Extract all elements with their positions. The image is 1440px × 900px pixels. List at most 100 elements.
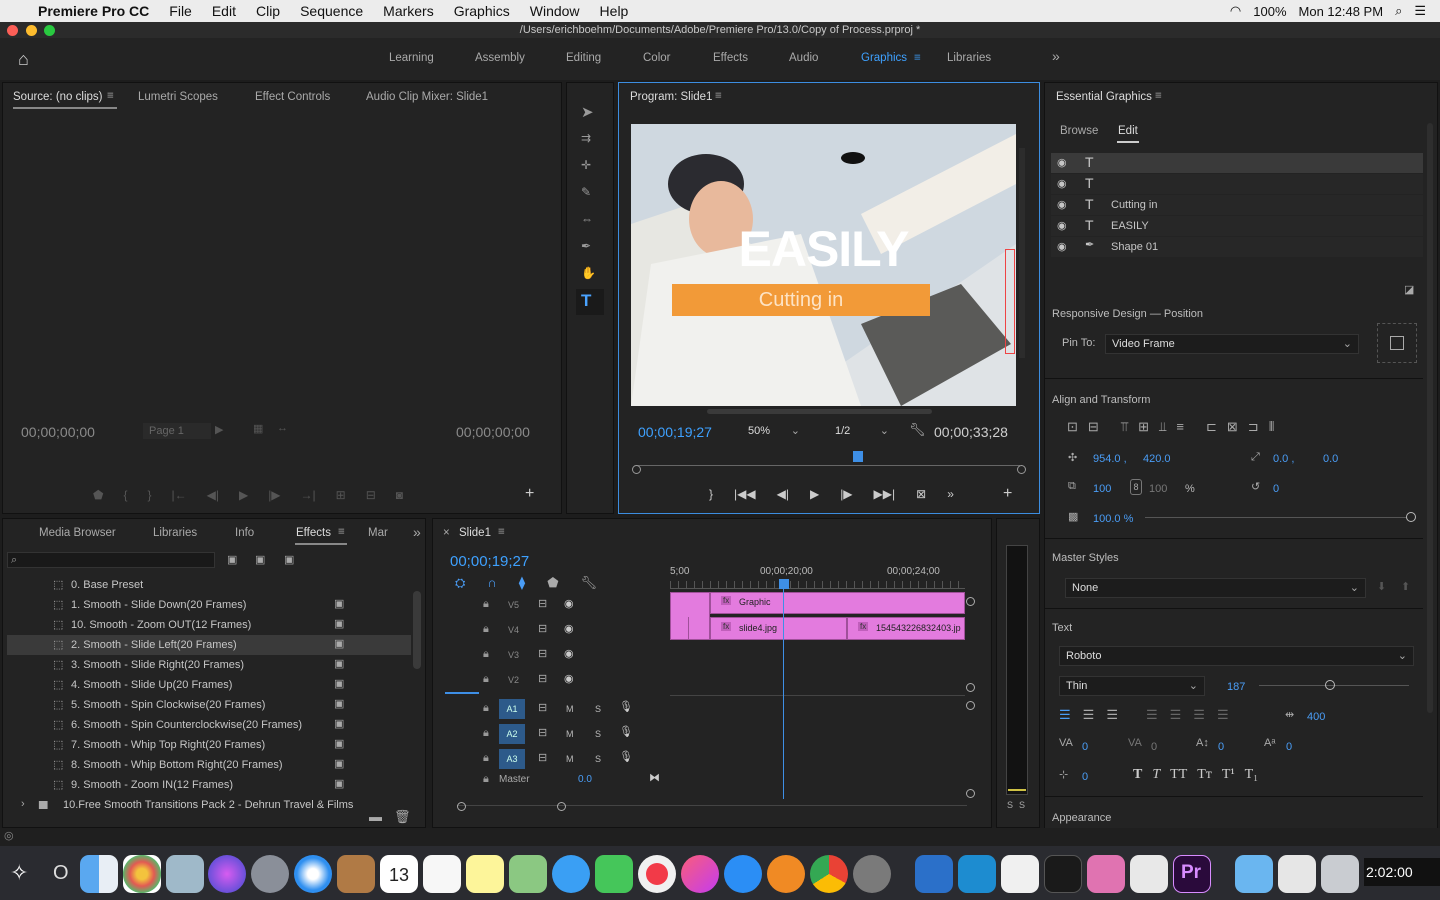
track-name-v3[interactable]: V3 bbox=[508, 650, 519, 660]
wifi-icon[interactable]: ◠ bbox=[1230, 3, 1241, 19]
opacity-slider[interactable] bbox=[1145, 517, 1407, 518]
tab-info[interactable]: Info bbox=[235, 527, 254, 539]
align-middle-icon[interactable]: ⊞ bbox=[1138, 419, 1149, 435]
kerning-value[interactable]: 0 bbox=[1082, 741, 1088, 753]
align-right-icon[interactable]: ⊐ bbox=[1248, 419, 1259, 435]
downloads-folder-icon[interactable] bbox=[1235, 855, 1273, 893]
battery-text[interactable]: 100% bbox=[1253, 4, 1286, 19]
eye-icon[interactable]: ◉ bbox=[1057, 240, 1067, 253]
lock-icon[interactable]: 🔒︎ bbox=[483, 623, 489, 636]
slide4-clip[interactable]: fx slide4.jpg bbox=[710, 617, 847, 640]
track-target-a1[interactable]: A1 bbox=[499, 699, 525, 719]
menu-edit[interactable]: Edit bbox=[202, 3, 246, 19]
source-page-select[interactable]: Page 1 bbox=[143, 423, 211, 439]
program-time-ruler[interactable] bbox=[636, 465, 1020, 466]
list-item[interactable]: ⬚ 3. Smooth - Slide Right(20 Frames) ▣ bbox=[7, 655, 411, 675]
list-item[interactable]: ⬚ 6. Smooth - Spin Counterclockwise(20 Fr… bbox=[7, 715, 411, 735]
voiceover-mic-icon[interactable]: 🎙︎ bbox=[619, 700, 633, 713]
toggle-output-icon[interactable]: ◉ bbox=[564, 622, 574, 635]
program-video-frame[interactable]: EASILY Cutting in bbox=[631, 124, 1016, 406]
align-vertical-center-icon[interactable]: ⊡ bbox=[1067, 419, 1078, 435]
track-select-icon[interactable]: ⇉ bbox=[581, 131, 591, 145]
sync-lock-icon[interactable]: ⊟ bbox=[538, 597, 547, 610]
list-item[interactable]: › ▆ 10.Free Smooth Transitions Pack 2 - De… bbox=[7, 795, 411, 809]
justify-all-icon[interactable]: ☰ bbox=[1217, 707, 1229, 723]
close-window-icon[interactable] bbox=[7, 25, 18, 36]
workspace-more-icon[interactable]: » bbox=[1052, 48, 1060, 64]
go-to-out-icon[interactable]: ▶▶| bbox=[874, 487, 896, 501]
eg-layer-row[interactable]: ◉ T EASILY bbox=[1051, 216, 1423, 236]
image-clip[interactable]: fx 154543226832403.jp bbox=[847, 617, 965, 640]
track-name-v2[interactable]: V2 bbox=[508, 675, 519, 685]
list-item[interactable]: ⬚ 8. Smooth - Whip Bottom Right(20 Frames… bbox=[7, 755, 411, 775]
more-controls-icon[interactable]: » bbox=[947, 487, 954, 501]
workspace-libraries[interactable]: Libraries bbox=[947, 52, 991, 64]
go-to-in-icon[interactable]: |◀◀ bbox=[734, 487, 756, 501]
snap-icon[interactable]: ∩ bbox=[487, 575, 496, 591]
new-bin-icon[interactable]: ▬ bbox=[369, 809, 382, 824]
voiceover-mic-icon[interactable]: 🎙︎ bbox=[619, 725, 633, 738]
menu-clip[interactable]: Clip bbox=[246, 3, 290, 19]
mark-out-icon[interactable]: } bbox=[147, 488, 151, 502]
pull-style-icon[interactable]: ⬆ bbox=[1401, 580, 1410, 593]
finder-icon[interactable] bbox=[80, 855, 118, 893]
lock-icon[interactable]: 🔒︎ bbox=[483, 773, 489, 786]
dock-clock-widget[interactable]: 2:02:00 bbox=[1364, 858, 1440, 886]
eg-menu-icon[interactable]: ≡ bbox=[1155, 90, 1162, 102]
calendar-icon[interactable]: 13 bbox=[380, 855, 418, 893]
list-item[interactable]: ⬚ 9. Smooth - Zoom IN(12 Frames) ▣ bbox=[7, 775, 411, 795]
step-back-icon[interactable]: ◀| bbox=[207, 488, 219, 502]
anchor-x-value[interactable]: 0.0 , bbox=[1273, 453, 1294, 465]
timeline-hscroll[interactable] bbox=[457, 805, 967, 806]
tab-audio-clip-mixer[interactable]: Audio Clip Mixer: Slide1 bbox=[366, 91, 488, 103]
activity-monitor-icon[interactable] bbox=[1044, 855, 1082, 893]
lock-icon[interactable]: 🔒︎ bbox=[483, 673, 489, 686]
list-item[interactable]: ⬚ 7. Smooth - Whip Top Right(20 Frames) ▣ bbox=[7, 735, 411, 755]
sync-lock-icon[interactable]: ⊟ bbox=[538, 647, 547, 660]
effects-menu-icon[interactable]: ≡ bbox=[338, 526, 345, 538]
overwrite-icon[interactable]: ⊟ bbox=[366, 488, 376, 502]
mute-button[interactable]: M bbox=[566, 704, 574, 714]
program-scrollbar[interactable] bbox=[1019, 148, 1025, 358]
ruler-start-handle[interactable] bbox=[632, 465, 641, 474]
timeline-playhead-handle[interactable] bbox=[779, 579, 789, 589]
menu-help[interactable]: Help bbox=[590, 3, 639, 19]
workspace-color[interactable]: Color bbox=[643, 52, 670, 64]
list-item[interactable]: ⬚ 10. Smooth - Zoom OUT(12 Frames) ▣ bbox=[7, 615, 411, 635]
scale-height-value[interactable]: 100 bbox=[1149, 483, 1167, 495]
justify-left-icon[interactable]: ☰ bbox=[1146, 707, 1158, 723]
workspace-graphics[interactable]: Graphics bbox=[861, 52, 907, 64]
nest-toggle-icon[interactable]: ⛭ bbox=[455, 575, 465, 591]
eg-layer-row[interactable]: ◉ T Cutting in bbox=[1051, 195, 1423, 215]
timeline-settings-icon[interactable]: 🔧︎ bbox=[581, 575, 598, 591]
menu-list-icon[interactable]: ☰ bbox=[1414, 3, 1426, 19]
search-icon[interactable]: ⌕ bbox=[1395, 3, 1402, 19]
graphic-clip[interactable]: fx Graphic bbox=[710, 592, 965, 614]
eg-layer-row[interactable]: ◉ T bbox=[1051, 174, 1423, 194]
workspace-editing[interactable]: Editing bbox=[566, 52, 601, 64]
track-target-a3[interactable]: A3 bbox=[499, 749, 525, 769]
settings-icon[interactable]: ↔ bbox=[277, 422, 288, 434]
tab-effect-controls[interactable]: Effect Controls bbox=[255, 91, 330, 103]
app-menu[interactable]: Premiere Pro CC bbox=[28, 3, 159, 19]
eg-layer-row[interactable]: ◉ T bbox=[1051, 153, 1423, 173]
eye-icon[interactable]: ◉ bbox=[1057, 219, 1067, 232]
ruler-end-handle[interactable] bbox=[1017, 465, 1026, 474]
fit-icon[interactable]: ▦ bbox=[253, 422, 263, 435]
source-menu-icon[interactable]: ≡ bbox=[107, 90, 114, 102]
audio-track-scroll[interactable] bbox=[966, 701, 975, 801]
tab-libraries[interactable]: Libraries bbox=[153, 527, 197, 539]
source-timecode-in[interactable]: 00;00;00;00 bbox=[21, 424, 95, 440]
mark-out-program-icon[interactable]: } bbox=[709, 487, 713, 501]
toggle-output-icon[interactable]: ◉ bbox=[564, 647, 574, 660]
lift-icon[interactable]: ⊠ bbox=[916, 487, 926, 501]
hand-tool-icon[interactable]: ✋ bbox=[581, 266, 596, 280]
font-size-handle[interactable] bbox=[1325, 680, 1335, 690]
premiere-pro-icon[interactable]: Pr bbox=[1173, 855, 1211, 893]
export-frame-icon[interactable]: ◙ bbox=[396, 488, 403, 502]
distribute-vertical-icon[interactable]: ≡ bbox=[1176, 419, 1184, 435]
align-left-text-icon[interactable]: ☰ bbox=[1059, 707, 1071, 723]
list-item[interactable]: ⬚ 0. Base Preset bbox=[7, 575, 411, 595]
scale-width-value[interactable]: 100 bbox=[1093, 483, 1111, 495]
solo-button[interactable]: S bbox=[595, 704, 601, 714]
